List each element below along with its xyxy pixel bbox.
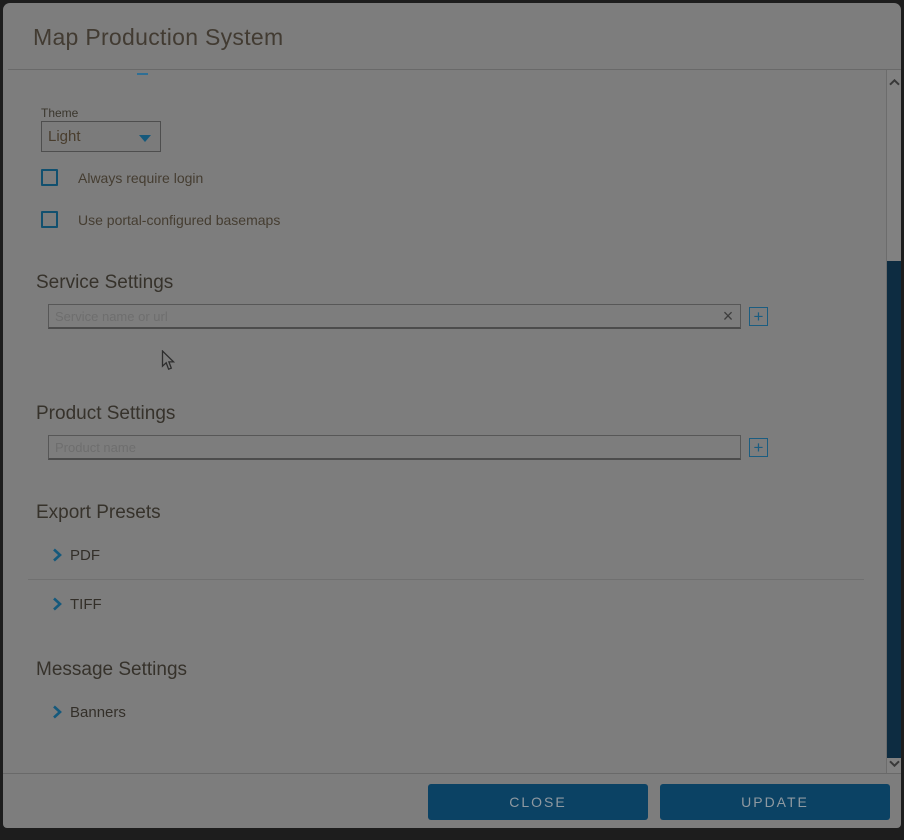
preset-label: PDF xyxy=(70,547,100,564)
service-name-input[interactable] xyxy=(48,304,741,329)
preset-divider xyxy=(28,579,864,580)
scroll-up-arrow-icon[interactable] xyxy=(887,73,901,91)
service-settings-heading: Service Settings xyxy=(36,272,173,294)
message-item-label: Banners xyxy=(70,704,126,721)
banners-expander[interactable]: Banners xyxy=(52,702,126,722)
pdf-preset-expander[interactable]: PDF xyxy=(52,545,100,565)
preset-label: TIFF xyxy=(70,596,102,613)
vertical-scrollbar[interactable] xyxy=(886,70,901,773)
message-settings-heading: Message Settings xyxy=(36,659,187,681)
map-production-system-dialog: Map Production System Theme Light Always… xyxy=(3,3,901,828)
chevron-right-icon xyxy=(52,597,62,611)
theme-label: Theme xyxy=(41,106,78,120)
checkbox-label: Use portal-configured basemaps xyxy=(78,212,280,228)
add-product-button[interactable]: + xyxy=(749,438,768,457)
always-require-login-checkbox[interactable] xyxy=(41,169,58,186)
add-service-button[interactable]: + xyxy=(749,307,768,326)
footer-divider xyxy=(3,773,901,774)
update-button[interactable]: UPDATE xyxy=(660,784,890,820)
checkbox-label: Always require login xyxy=(78,170,203,186)
product-name-input[interactable] xyxy=(48,435,741,460)
scroll-down-arrow-icon[interactable] xyxy=(887,754,901,772)
export-presets-heading: Export Presets xyxy=(36,502,161,524)
theme-select[interactable]: Light xyxy=(41,121,161,152)
close-button[interactable]: CLOSE xyxy=(428,784,648,820)
mouse-cursor-icon xyxy=(161,350,175,371)
clear-icon[interactable]: × xyxy=(718,306,738,326)
product-settings-heading: Product Settings xyxy=(36,403,175,425)
tiff-preset-expander[interactable]: TIFF xyxy=(52,594,102,614)
chevron-right-icon xyxy=(52,705,62,719)
chevron-down-icon xyxy=(139,135,151,142)
clipped-scrolled-control xyxy=(137,73,148,75)
theme-select-value: Light xyxy=(48,128,81,145)
dialog-title: Map Production System xyxy=(33,24,283,51)
portal-basemaps-checkbox[interactable] xyxy=(41,211,58,228)
chevron-right-icon xyxy=(52,548,62,562)
settings-scroll-area: Theme Light Always require login Use por… xyxy=(8,70,886,773)
scrollbar-thumb[interactable] xyxy=(887,261,901,758)
